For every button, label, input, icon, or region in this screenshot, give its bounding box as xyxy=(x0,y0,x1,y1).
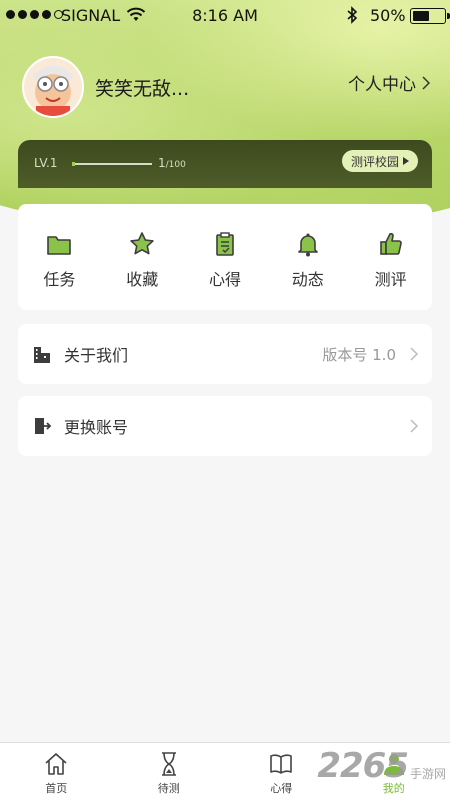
about-us-label: 关于我们 xyxy=(64,346,129,365)
about-us-row[interactable]: 关于我们 版本号 1.0 xyxy=(18,324,432,384)
campus-evaluation-button[interactable]: 测评校园 xyxy=(341,150,418,172)
hourglass-icon xyxy=(161,752,176,776)
play-arrow-icon xyxy=(403,157,409,165)
grid-item-reviews[interactable]: 测评 xyxy=(349,204,432,310)
grid-item-tasks[interactable]: 任务 xyxy=(18,204,101,310)
clipboard-icon xyxy=(216,232,234,256)
watermark-site: 手游网 xyxy=(409,767,446,781)
campus-evaluation-label: 测评校园 xyxy=(350,154,399,169)
exit-door-icon xyxy=(35,418,52,434)
grid-item-notes[interactable]: 心得 xyxy=(184,204,267,310)
grid-item-favorites[interactable]: 收藏 xyxy=(101,204,184,310)
tab-label-notes: 心得 xyxy=(270,782,293,795)
grid-label-favorites: 收藏 xyxy=(126,270,159,289)
personal-center-link[interactable]: 个人中心 xyxy=(348,70,430,95)
switch-account-row[interactable]: 更换账号 xyxy=(18,396,432,456)
tab-pending[interactable]: 待测 xyxy=(113,743,226,800)
version-number: 版本号 1.0 xyxy=(322,345,396,364)
avatar[interactable] xyxy=(22,56,84,118)
bluetooth-icon xyxy=(347,6,358,24)
level-progress-count: 1/100 xyxy=(158,156,186,170)
tab-label-home: 首页 xyxy=(45,782,68,795)
chevron-right-icon xyxy=(422,75,430,90)
grid-label-tasks: 任务 xyxy=(43,270,76,289)
level-bar: LV.1 1/100 测评校园 xyxy=(18,140,432,188)
bell-icon xyxy=(297,233,318,257)
building-icon xyxy=(34,347,50,363)
grid-item-activity[interactable]: 动态 xyxy=(266,204,349,310)
feature-grid: 任务 收藏 心得 动态 测评 xyxy=(18,204,432,310)
grid-label-activity: 动态 xyxy=(291,270,324,289)
thumbs-up-icon xyxy=(379,232,402,255)
star-icon xyxy=(130,232,154,255)
switch-account-label: 更换账号 xyxy=(64,418,129,437)
book-icon xyxy=(270,754,293,774)
tab-home[interactable]: 首页 xyxy=(0,743,113,800)
chevron-right-icon xyxy=(410,347,418,361)
profile-summary[interactable]: 笑笑无敌... xyxy=(22,56,189,118)
level-label: LV.1 xyxy=(34,156,58,170)
username: 笑笑无敌... xyxy=(95,77,190,100)
grid-label-notes: 心得 xyxy=(208,270,241,289)
personal-center-label: 个人中心 xyxy=(348,75,416,95)
status-bar: SIGNAL 8:16 AM 50% xyxy=(0,0,450,30)
watermark: 2265 手游网 xyxy=(317,746,446,786)
watermark-number: 2265 xyxy=(317,746,409,786)
level-progress-track xyxy=(72,162,152,166)
home-icon xyxy=(45,753,67,775)
grid-label-reviews: 测评 xyxy=(374,270,407,289)
tab-label-pending: 待测 xyxy=(157,782,180,795)
level-progress-fill xyxy=(72,162,76,166)
folder-icon xyxy=(47,236,72,255)
battery-icon xyxy=(410,8,450,24)
battery-percent: 50% xyxy=(370,6,406,25)
chevron-right-icon xyxy=(410,419,418,433)
profile-header: SIGNAL 8:16 AM 50% 笑笑无敌... 个人中心 LV.1 1/1… xyxy=(0,0,450,230)
